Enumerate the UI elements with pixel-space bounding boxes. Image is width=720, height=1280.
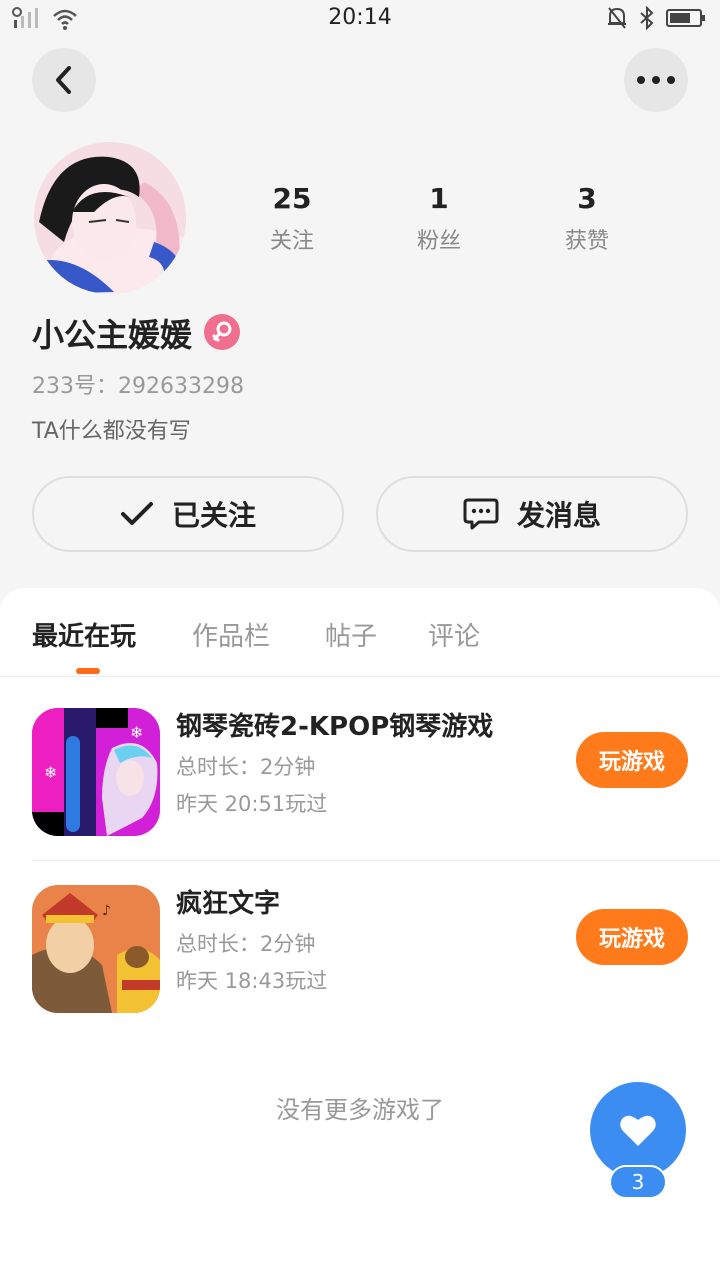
message-label: 发消息	[516, 499, 601, 532]
stat-likes[interactable]: 3 获赞	[527, 182, 647, 255]
tab-recent-play[interactable]: 最近在玩	[32, 616, 136, 653]
like-count-badge: 3	[609, 1165, 667, 1199]
svg-text:❄: ❄	[130, 723, 143, 742]
user-bio: TA什么都没有写	[32, 419, 191, 444]
tab-posts[interactable]: 帖子	[325, 616, 377, 653]
game-title: 疯狂文字	[176, 889, 281, 919]
followed-button[interactable]: 已关注	[32, 476, 344, 552]
tab-comments[interactable]: 评论	[428, 616, 480, 653]
battery-icon	[666, 9, 705, 27]
stat-value: 1	[429, 182, 449, 215]
followed-label: 已关注	[171, 499, 256, 532]
play-game-button[interactable]: 玩游戏	[576, 909, 688, 965]
crazy-words-art: ♪	[32, 885, 160, 1013]
back-button[interactable]	[32, 48, 96, 112]
stat-value: 3	[577, 182, 597, 215]
game-row[interactable]: ♪ 疯狂文字 总时长：2分钟 昨天 18:43玩过 玩游戏	[0, 853, 720, 1029]
user-id: 233号：292633298	[32, 374, 244, 399]
message-button[interactable]: 发消息	[376, 476, 688, 552]
tab-indicator	[76, 668, 100, 674]
stat-value: 25	[272, 182, 312, 215]
svg-text:♪: ♪	[102, 903, 111, 919]
bluetooth-icon	[640, 6, 654, 30]
stat-following[interactable]: 25 关注	[232, 182, 352, 255]
game-title: 钢琴瓷砖2-KPOP钢琴游戏	[176, 712, 494, 742]
game-icon-crazy-words[interactable]: ♪	[32, 885, 160, 1013]
stat-label: 关注	[269, 229, 314, 254]
game-row[interactable]: ❄ ❄ 钢琴瓷砖2-KPOP钢琴游戏 总时长：2分钟 昨天 20:51玩过 玩游…	[0, 676, 720, 852]
chat-bubble-icon	[463, 498, 499, 530]
status-bar: 20:14	[0, 0, 720, 40]
svg-text:❄: ❄	[44, 763, 57, 782]
username: 小公主媛媛	[32, 316, 193, 354]
tab-bar: 最近在玩 作品栏 帖子 评论	[0, 588, 720, 677]
game-last-played: 昨天 20:51玩过	[176, 792, 328, 816]
game-icon-piano-tiles[interactable]: ❄ ❄	[32, 708, 160, 836]
more-dots-icon	[637, 76, 675, 84]
stat-label: 获赞	[564, 229, 609, 254]
stat-followers[interactable]: 1 粉丝	[379, 182, 499, 255]
tab-works[interactable]: 作品栏	[192, 616, 270, 653]
gender-badge	[204, 314, 240, 350]
game-last-played: 昨天 18:43玩过	[176, 969, 328, 993]
avatar[interactable]	[34, 142, 186, 294]
check-icon	[120, 502, 153, 525]
like-button[interactable]	[590, 1082, 686, 1178]
play-game-button[interactable]: 玩游戏	[576, 732, 688, 788]
piano-tiles-art: ❄ ❄	[32, 708, 160, 836]
female-icon	[211, 321, 232, 343]
status-right-icons	[606, 6, 706, 30]
heart-icon	[620, 1115, 656, 1146]
bell-muted-icon	[608, 7, 626, 29]
more-button[interactable]	[624, 48, 688, 112]
avatar-illustration	[34, 142, 186, 294]
game-duration: 总时长：2分钟	[176, 932, 316, 956]
game-duration: 总时长：2分钟	[176, 755, 316, 779]
back-arrow-icon	[56, 66, 71, 94]
stat-label: 粉丝	[416, 229, 461, 254]
